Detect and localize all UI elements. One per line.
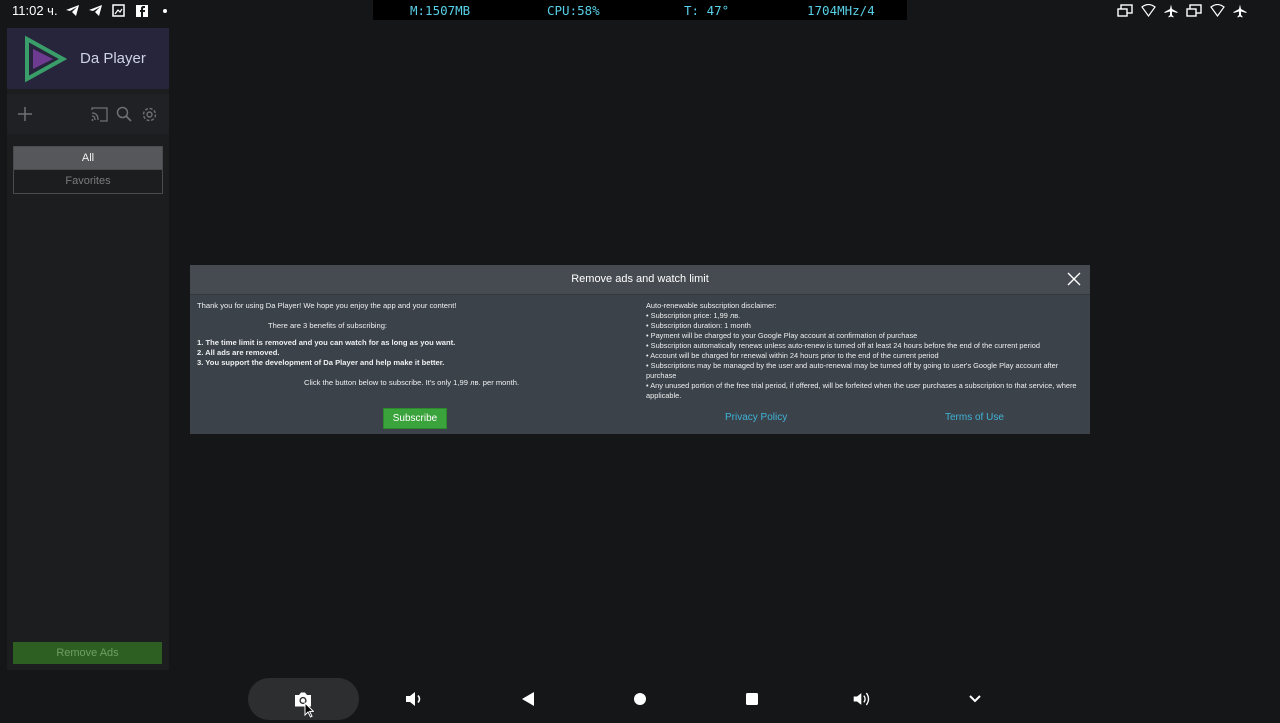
status-bar: 11:02 ч. M:1507MB CPU:58% T: 47° 1704MHz… [0, 0, 1280, 22]
filter-all[interactable]: All [14, 147, 162, 169]
status-right [1117, 3, 1248, 18]
status-left: 11:02 ч. [12, 3, 173, 18]
search-icon[interactable] [114, 104, 134, 124]
disclaimer-item: • Subscription automatically renews unle… [646, 341, 1040, 350]
disclaimer-title: Auto-renewable subscription disclaimer: [646, 301, 777, 310]
disclaimer-item: • Account will be charged for renewal wi… [646, 351, 939, 360]
volume-down-icon[interactable] [404, 689, 426, 709]
cast-icon[interactable] [89, 104, 109, 124]
remove-ads-button[interactable]: Remove Ads [13, 642, 162, 664]
airplane-icon [1232, 3, 1248, 18]
frequency-readout: 1704MHz/4 [807, 3, 875, 18]
back-icon[interactable] [517, 689, 539, 709]
app-logo-icon [21, 35, 68, 88]
airplane-icon [1163, 3, 1179, 18]
dot-icon [157, 4, 173, 18]
disclaimer-item: • Any unused portion of the free trial p… [646, 381, 1077, 400]
benefits-title: There are 3 benefits of subscribing: [268, 321, 388, 330]
filter-favorites[interactable]: Favorites [14, 169, 162, 192]
disclaimer-item: • Payment will be charged to your Google… [646, 331, 918, 340]
benefits-column: Thank you for using Da Player! We hope y… [197, 301, 637, 388]
collapse-icon[interactable] [964, 689, 986, 709]
display-icon [1186, 3, 1202, 18]
dialog-header: Remove ads and watch limit [190, 265, 1090, 295]
sidebar: Da Player All Favorites Remove Ads [7, 28, 169, 670]
screenshot-icon [111, 4, 127, 18]
intro-text: Thank you for using Da Player! We hope y… [197, 301, 457, 310]
benefit-item: 2. All ads are removed. [197, 348, 280, 357]
settings-icon[interactable] [139, 104, 159, 124]
benefit-item: 1. The time limit is removed and you can… [197, 338, 456, 347]
facebook-icon [134, 4, 150, 18]
memory-readout: M:1507MB [410, 3, 471, 18]
home-icon[interactable] [629, 689, 651, 709]
cta-text: Click the button below to subscribe. It'… [304, 378, 520, 387]
wifi-icon [1140, 3, 1156, 18]
subscription-dialog: Remove ads and watch limit Thank you for… [190, 265, 1090, 434]
telegram-icon [88, 4, 104, 18]
disclaimer-item: • Subscriptions may be managed by the us… [646, 361, 1059, 380]
disclaimer-item: • Subscription price: 1,99 лв. [646, 311, 741, 320]
disclaimer-item: • Subscription duration: 1 month [646, 321, 751, 330]
temperature-readout: T: 47° [684, 3, 730, 18]
wifi-icon [1209, 3, 1225, 18]
benefit-item: 3. You support the development of Da Pla… [197, 358, 445, 367]
cpu-readout: CPU:58% [547, 3, 600, 18]
benefits-list: 1. The time limit is removed and you can… [197, 338, 637, 368]
sidebar-toolbar [7, 94, 169, 134]
dialog-title: Remove ads and watch limit [571, 273, 709, 285]
subscribe-button[interactable]: Subscribe [383, 408, 447, 429]
volume-up-icon[interactable] [852, 689, 874, 709]
filter-segment: All Favorites [13, 146, 163, 194]
display-icon [1117, 3, 1133, 18]
app-name: Da Player [80, 50, 146, 67]
add-icon[interactable] [15, 104, 35, 124]
recents-icon[interactable] [741, 689, 763, 709]
privacy-policy-link[interactable]: Privacy Policy [725, 412, 787, 423]
disclaimer-column: Auto-renewable subscription disclaimer: … [646, 301, 1086, 401]
clock: 11:02 ч. [12, 3, 58, 18]
terms-of-use-link[interactable]: Terms of Use [945, 412, 1004, 423]
navigation-bar [0, 678, 1280, 720]
system-monitor: M:1507MB CPU:58% T: 47° 1704MHz/4 [373, 0, 907, 20]
telegram-icon [65, 4, 81, 18]
close-icon[interactable] [1066, 271, 1082, 287]
